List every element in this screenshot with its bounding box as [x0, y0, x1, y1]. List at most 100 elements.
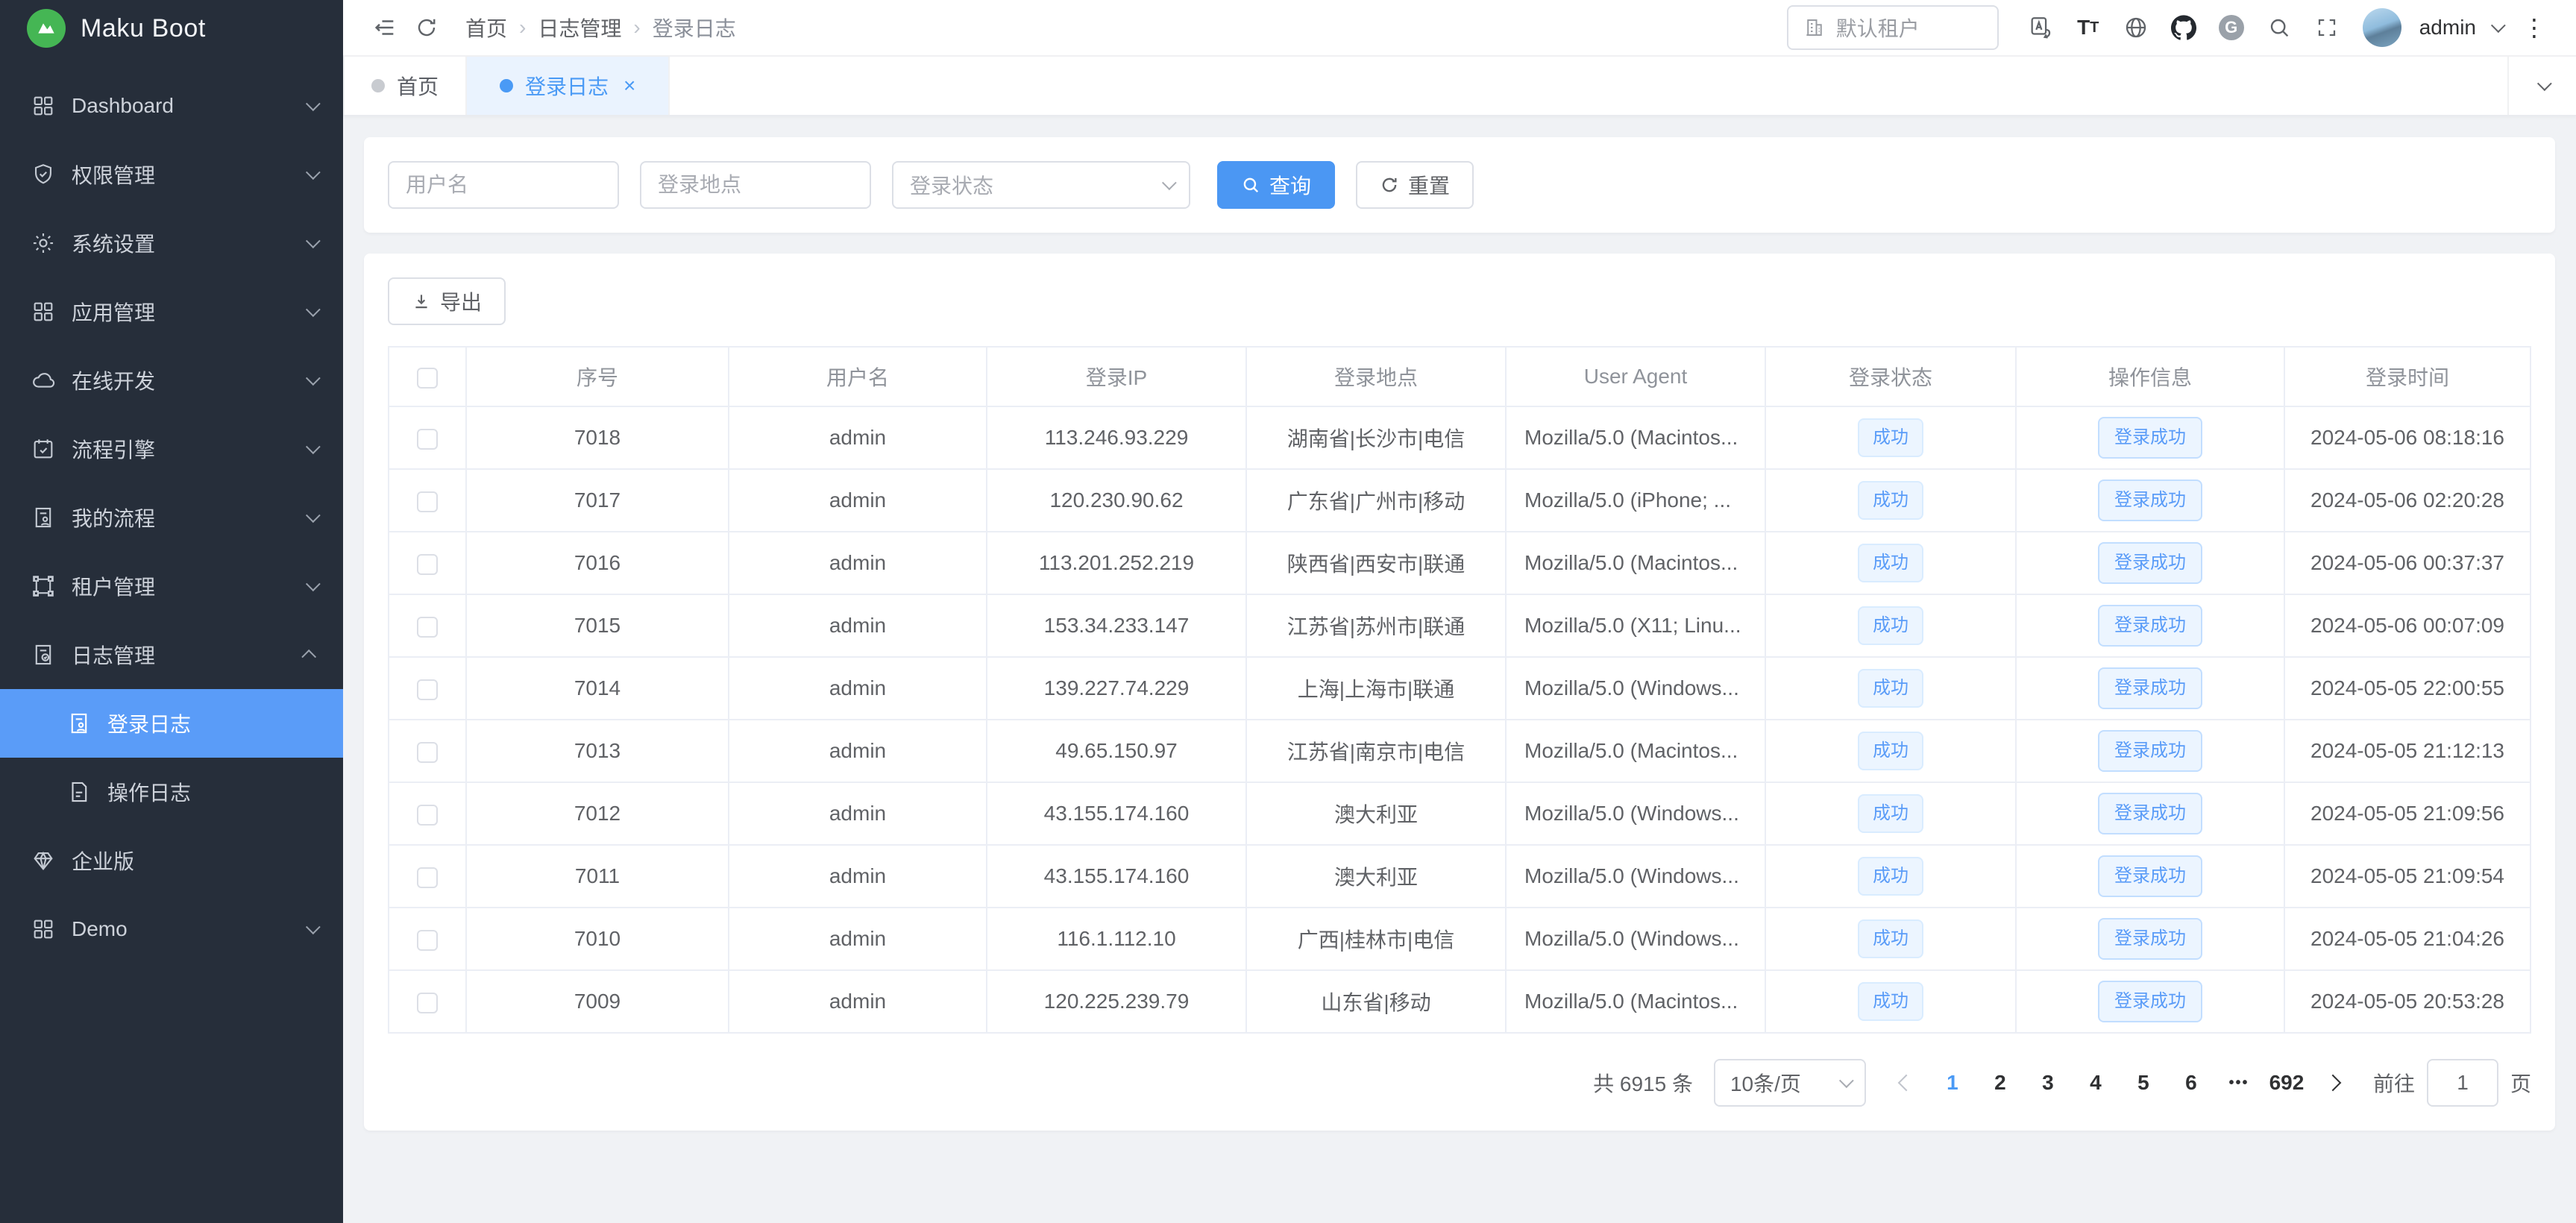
- row-checkbox[interactable]: [417, 554, 438, 575]
- menu-label: Demo: [72, 917, 306, 941]
- page-ellipsis: •••: [2218, 1062, 2260, 1104]
- user-name[interactable]: admin: [2419, 16, 2476, 40]
- sidebar-menu-item[interactable]: 在线开发: [0, 346, 343, 415]
- tab-label: 首页: [397, 71, 439, 101]
- page-size-value: 10条/页: [1730, 1068, 1801, 1098]
- menu-fold-icon[interactable]: [364, 7, 406, 48]
- login-status-select[interactable]: 登录状态: [892, 161, 1190, 209]
- cell-user-agent: Mozilla/5.0 (Windows...: [1506, 782, 1765, 845]
- cell-username: admin: [729, 532, 987, 594]
- row-checkbox[interactable]: [417, 930, 438, 951]
- status-badge: 成功: [1858, 418, 1923, 457]
- pager: 123456•••692: [1887, 1062, 2352, 1104]
- row-checkbox[interactable]: [417, 491, 438, 512]
- cell-location: 江苏省|苏州市|联通: [1246, 594, 1506, 657]
- sidebar-menu-item[interactable]: 流程引擎: [0, 415, 343, 483]
- app-logo[interactable]: Maku Boot: [0, 0, 343, 57]
- cell-status: 成功: [1765, 469, 2016, 532]
- table-row: 7010admin116.1.112.10广西|桂林市|电信Mozilla/5.…: [389, 908, 2531, 970]
- operation-badge: 登录成功: [2098, 542, 2202, 584]
- sidebar-submenu-item[interactable]: 操作日志: [0, 758, 343, 826]
- user-avatar[interactable]: [2363, 8, 2401, 47]
- next-page-button[interactable]: [2313, 1062, 2352, 1104]
- sidebar-menu-item[interactable]: 应用管理: [0, 277, 343, 346]
- github-icon[interactable]: [2163, 7, 2205, 48]
- sidebar-menu-item[interactable]: 权限管理: [0, 140, 343, 209]
- cell-info: 登录成功: [2016, 469, 2284, 532]
- search-button[interactable]: 查询: [1217, 161, 1335, 209]
- sidebar-menu-item[interactable]: 我的流程: [0, 483, 343, 552]
- chevron-down-icon: [306, 96, 321, 111]
- export-button[interactable]: 导出: [388, 277, 506, 325]
- row-checkbox[interactable]: [417, 867, 438, 888]
- page-number-button[interactable]: 4: [2075, 1062, 2117, 1104]
- row-checkbox[interactable]: [417, 429, 438, 450]
- row-checkbox[interactable]: [417, 805, 438, 826]
- page-number-button[interactable]: 5: [2123, 1062, 2164, 1104]
- cell-user-agent: Mozilla/5.0 (Macintos...: [1506, 970, 1765, 1033]
- page-number-button[interactable]: 6: [2170, 1062, 2212, 1104]
- app-title: Maku Boot: [81, 14, 206, 43]
- tabs-dropdown-button[interactable]: [2507, 57, 2576, 115]
- cell-info: 登录成功: [2016, 406, 2284, 469]
- translate-icon[interactable]: [2020, 7, 2061, 48]
- sidebar-menu-item[interactable]: 企业版: [0, 826, 343, 895]
- table-row: 7013admin49.65.150.97江苏省|南京市|电信Mozilla/5…: [389, 720, 2531, 782]
- logo-icon: [27, 9, 66, 48]
- cell-info: 登录成功: [2016, 532, 2284, 594]
- login-location-input[interactable]: [640, 161, 871, 209]
- tab-home[interactable]: 首页: [343, 57, 467, 115]
- top-navbar: 首页 › 日志管理 › 登录日志 默认租户 TT: [343, 0, 2576, 57]
- page-number-button[interactable]: 692: [2266, 1062, 2308, 1104]
- breadcrumb-home[interactable]: 首页: [465, 13, 507, 43]
- user-menu-chevron-icon[interactable]: [2491, 18, 2506, 33]
- sidebar-menu-item[interactable]: 租户管理: [0, 552, 343, 620]
- row-checkbox[interactable]: [417, 617, 438, 638]
- goto-page-input[interactable]: [2427, 1059, 2498, 1107]
- goto-label: 前往: [2373, 1068, 2415, 1098]
- fullscreen-icon[interactable]: [2306, 7, 2348, 48]
- sidebar-menu-item[interactable]: 系统设置: [0, 209, 343, 277]
- tab-close-icon[interactable]: ×: [623, 74, 635, 98]
- sidebar-menu-item[interactable]: Dashboard: [0, 72, 343, 140]
- font-size-icon[interactable]: TT: [2067, 7, 2109, 48]
- cell-info: 登录成功: [2016, 908, 2284, 970]
- page-content: 登录状态 查询 重置 导出: [343, 116, 2576, 1223]
- row-checkbox[interactable]: [417, 679, 438, 700]
- goto-unit-label: 页: [2510, 1068, 2531, 1098]
- page-number-button[interactable]: 3: [2027, 1062, 2069, 1104]
- cell-id: 7015: [466, 594, 729, 657]
- tab-login-log[interactable]: 登录日志 ×: [467, 57, 670, 115]
- refresh-icon[interactable]: [406, 7, 447, 48]
- sidebar-menu-item[interactable]: Demo: [0, 895, 343, 963]
- cell-location: 澳大利亚: [1246, 782, 1506, 845]
- cell-user-agent: Mozilla/5.0 (X11; Linu...: [1506, 594, 1765, 657]
- gitee-icon[interactable]: G: [2211, 7, 2252, 48]
- select-all-checkbox[interactable]: [417, 368, 438, 389]
- globe-icon[interactable]: [2115, 7, 2157, 48]
- cell-time: 2024-05-06 08:18:16: [2284, 406, 2531, 469]
- reset-button[interactable]: 重置: [1356, 161, 1474, 209]
- page-number-button[interactable]: 2: [1979, 1062, 2021, 1104]
- cell-status: 成功: [1765, 532, 2016, 594]
- cell-user-agent: Mozilla/5.0 (Macintos...: [1506, 532, 1765, 594]
- row-select-cell: [389, 657, 466, 720]
- sidebar-submenu-item[interactable]: 登录日志: [0, 689, 343, 758]
- menu-label: 权限管理: [72, 160, 306, 189]
- page-number-button[interactable]: 1: [1932, 1062, 1973, 1104]
- cell-username: admin: [729, 657, 987, 720]
- sidebar-menu-item[interactable]: 日志管理: [0, 620, 343, 689]
- page-size-select[interactable]: 10条/页: [1714, 1059, 1866, 1107]
- operation-badge: 登录成功: [2098, 730, 2202, 772]
- row-checkbox[interactable]: [417, 742, 438, 763]
- breadcrumb-separator-icon: ›: [633, 16, 640, 40]
- tenant-select[interactable]: 默认租户: [1787, 5, 1999, 50]
- username-input[interactable]: [388, 161, 619, 209]
- document-icon: [66, 779, 92, 805]
- prev-page-button[interactable]: [1887, 1062, 1926, 1104]
- more-menu-icon[interactable]: ⋮: [2507, 13, 2552, 42]
- breadcrumb-log-mgmt[interactable]: 日志管理: [538, 13, 621, 43]
- cell-username: admin: [729, 782, 987, 845]
- search-icon[interactable]: [2258, 7, 2300, 48]
- row-checkbox[interactable]: [417, 993, 438, 1013]
